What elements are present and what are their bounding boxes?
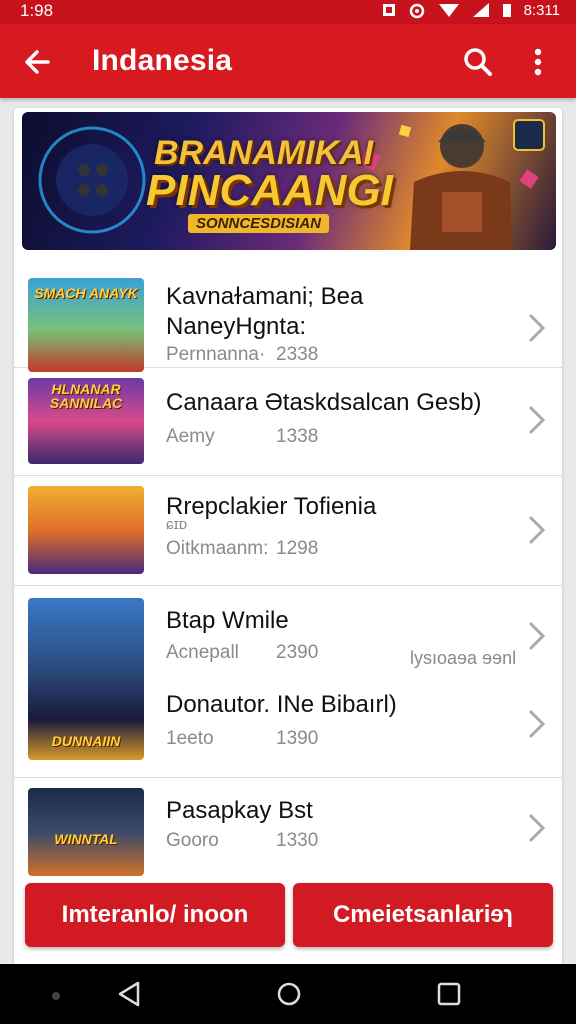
thumbnail-label: WINNTAL — [54, 831, 118, 847]
item-title: Pasapkay Bst — [166, 797, 313, 824]
item-title: Kavnaɫamani; Bea — [166, 283, 364, 310]
item-number-secondary: 1390 — [276, 728, 319, 749]
item-title-line2: NaneyHgnta: — [166, 313, 307, 340]
item-meta: Aemy — [166, 426, 215, 447]
item-meta: Gooro — [166, 830, 219, 851]
nav-back-icon[interactable] — [116, 980, 142, 1008]
banner-title-line2: PINCAANGI — [146, 166, 393, 215]
signal-icon — [472, 3, 489, 17]
nav-home-icon[interactable] — [276, 980, 302, 1008]
game-thumbnail: WINNTAL — [28, 788, 144, 876]
game-thumbnail — [28, 486, 144, 574]
game-list: SMACH ANAYK Kavnaɫamani; Bea NaneyHgnta:… — [14, 260, 562, 888]
item-title: Btap Wmile — [166, 607, 289, 634]
page-title: Indanesia — [92, 44, 233, 77]
status-clock-right: 8:311 — [523, 1, 560, 19]
item-number: 1338 — [276, 426, 319, 447]
item-number: 1330 — [276, 830, 319, 851]
secondary-action-button[interactable]: Cmeietsanlariɘɿ — [293, 883, 553, 947]
back-arrow-icon[interactable] — [18, 42, 58, 82]
list-item[interactable]: Rrepclakier Tofienia ɕɪᴅ Oitkmaanm: 1298 — [14, 476, 562, 586]
banner-subtitle: SONNCESDISIAN — [188, 214, 330, 233]
more-vert-icon[interactable] — [518, 42, 558, 82]
thumbnail-label: DUNNAIIN — [51, 733, 121, 749]
item-title-secondary: Donautor. INe Bibaırl) — [166, 691, 397, 718]
content-card: BRANAMIKAI PINCAANGI SONNCESDISIAN SMACH… — [14, 108, 562, 968]
battery-icon — [502, 4, 511, 17]
alarm-icon — [409, 3, 424, 19]
list-item[interactable]: DUNNAIIN Btap Wmile Acnepall 2390 lysıoa… — [14, 586, 562, 778]
nav-recents-icon[interactable] — [436, 980, 462, 1008]
thumbnail-label: SMACH ANAYK — [34, 285, 138, 301]
list-item[interactable]: WINNTAL Pasapkay Bst Gooro 1330 — [14, 778, 562, 888]
chevron-right-icon — [529, 314, 546, 342]
promo-banner[interactable]: BRANAMIKAI PINCAANGI SONNCESDISIAN — [22, 112, 556, 250]
status-bar: 1:98 8:311 — [0, 0, 576, 24]
item-number: 1298 — [276, 538, 319, 559]
status-time: 1:98 — [20, 1, 54, 20]
item-number: 2390 — [276, 642, 319, 663]
thumbnail-label: HLNANAR SANNILAC — [49, 381, 123, 411]
chevron-right-icon — [529, 814, 546, 842]
chevron-right-icon — [529, 710, 546, 738]
item-meta: Oitkmaanm: — [166, 538, 269, 559]
item-meta-secondary: 1eeto — [166, 728, 214, 749]
nav-indicator-dot — [52, 992, 60, 1000]
list-item[interactable]: HLNANAR SANNILAC Canaara Ətaskdsalcan Ge… — [14, 368, 562, 476]
item-title: Rrepclakier Tofienia — [166, 493, 377, 520]
app-bar: Indanesia — [0, 24, 576, 98]
item-meta: Acnepall — [166, 642, 239, 663]
item-title: Canaara Ətaskdsalcan Gesb) — [166, 389, 482, 416]
search-icon[interactable] — [458, 42, 498, 82]
system-nav-bar — [0, 964, 576, 1024]
item-meta: Pernnanna· — [166, 344, 266, 365]
item-number: 2338 — [276, 344, 319, 365]
list-item[interactable]: SMACH ANAYK Kavnaɫamani; Bea NaneyHgnta:… — [14, 260, 562, 372]
chevron-right-icon — [529, 622, 546, 650]
sim-icon — [382, 4, 395, 16]
item-meta-small: ɕɪᴅ — [166, 516, 188, 533]
status-icons: 8:311 — [382, 1, 560, 19]
item-side-note: lysıoaɘa ɘɘnl — [410, 648, 517, 668]
primary-action-button[interactable]: Imteranlo/ inoon — [25, 883, 285, 947]
game-thumbnail: SMACH ANAYK — [28, 278, 144, 372]
wifi-icon — [438, 4, 459, 17]
chevron-right-icon — [529, 406, 546, 434]
chevron-right-icon — [529, 516, 546, 544]
game-thumbnail: DUNNAIIN — [28, 598, 144, 760]
game-thumbnail: HLNANAR SANNILAC — [28, 378, 144, 464]
